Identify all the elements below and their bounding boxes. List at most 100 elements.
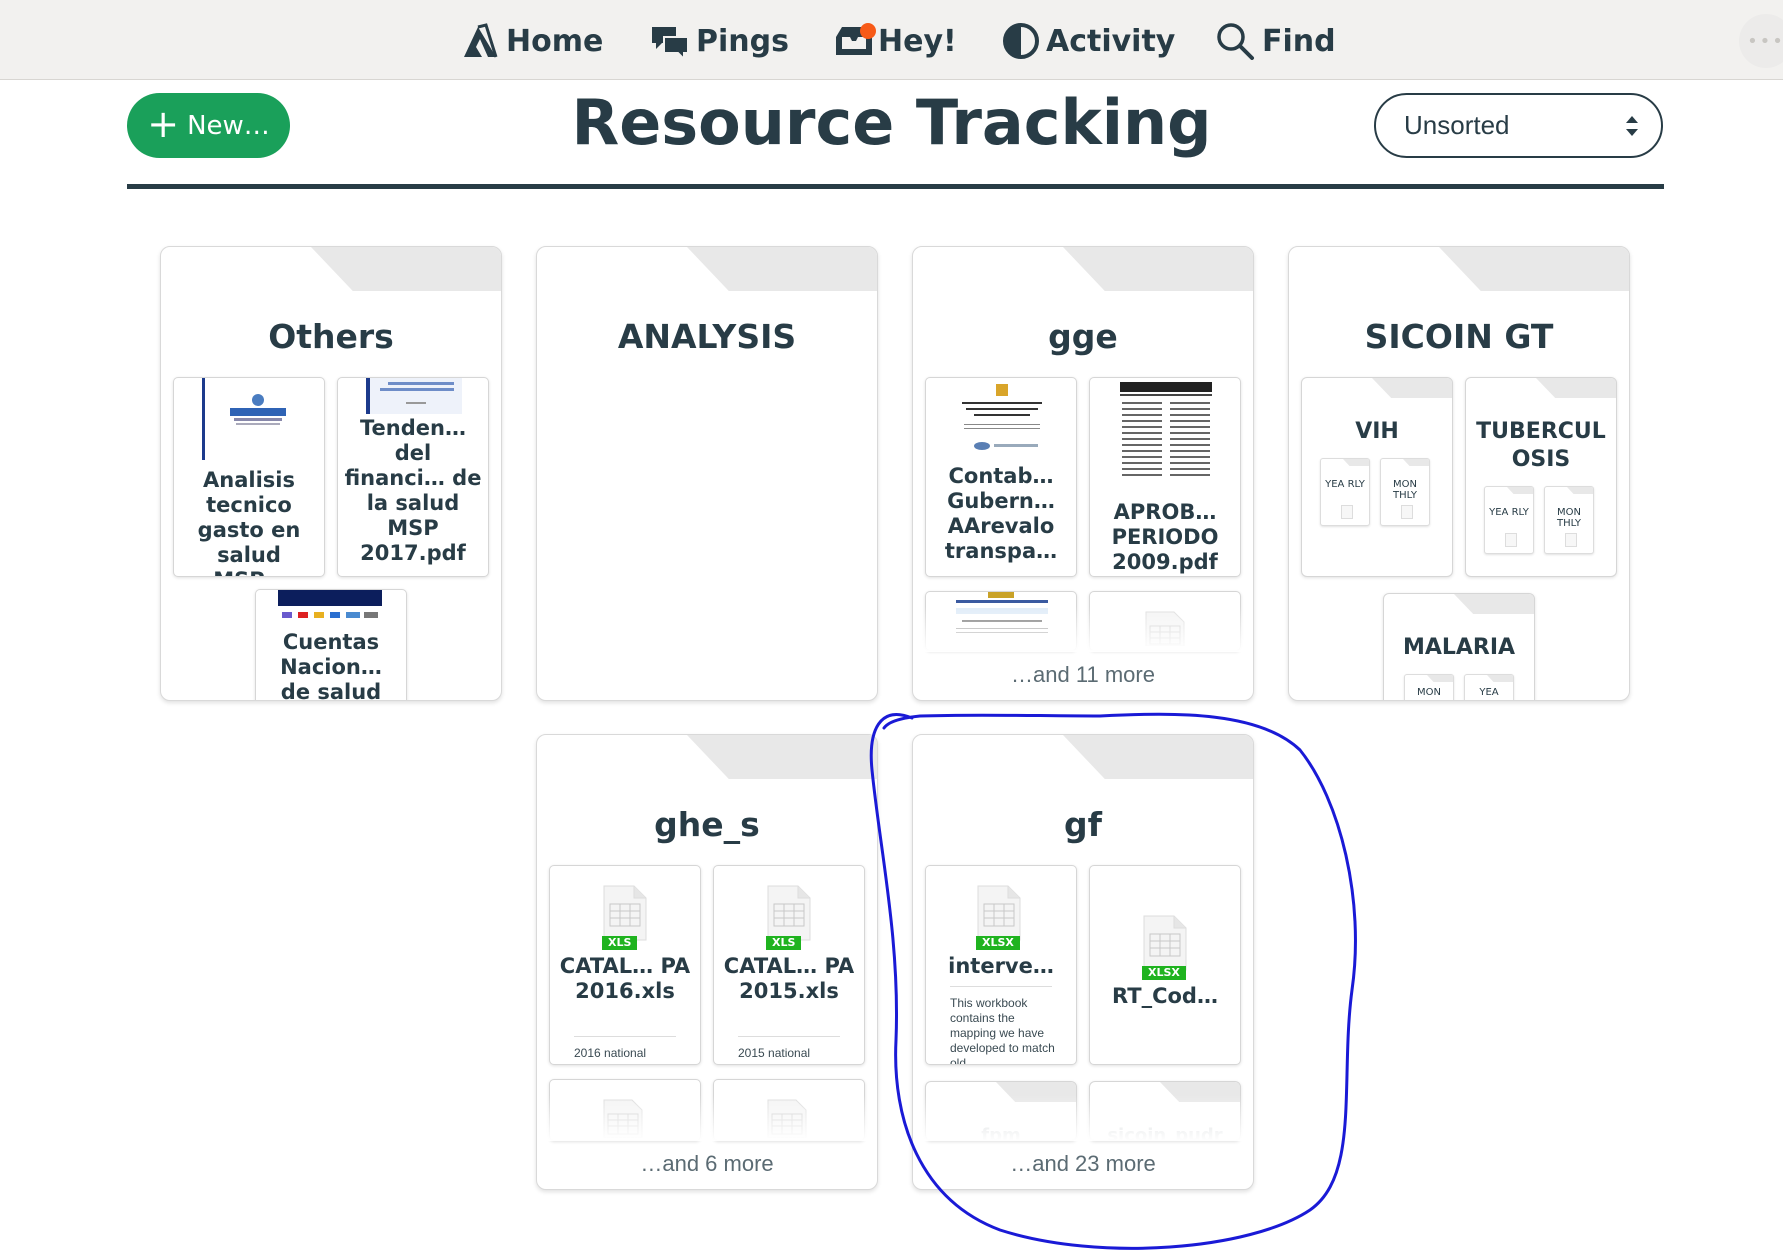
mini-folder-label: MON THLY <box>1393 479 1417 501</box>
spreadsheet-icon <box>767 885 811 941</box>
mini-folder: YEA RLY <box>1484 486 1534 554</box>
nav-pings[interactable]: Pings <box>650 18 789 64</box>
doc-thumbnail <box>1116 378 1216 490</box>
more-items-label[interactable]: …and 6 more <box>537 1151 877 1177</box>
nav-pings-label: Pings <box>696 23 789 59</box>
sort-arrows-icon <box>1626 116 1638 136</box>
doc-card[interactable]: APROB… PERIODO 2009.pdf <box>1089 377 1241 577</box>
subfolder-title: MALARIA <box>1402 635 1516 660</box>
mini-doc-icon <box>1505 533 1517 547</box>
fade-overlay <box>913 606 1253 652</box>
file-card[interactable]: XLSX RT_Cod… <box>1089 865 1241 1065</box>
subfolder-vih[interactable]: VIH YEA RLY MON THLY <box>1301 377 1453 577</box>
notification-dot <box>860 23 876 39</box>
spreadsheet-file-icon: XLS <box>602 884 650 950</box>
doc-thumbnail <box>278 590 382 622</box>
nav-hey[interactable]: Hey! <box>834 18 957 64</box>
folder-analysis[interactable]: ANALYSIS <box>536 246 878 701</box>
more-items-label[interactable]: …and 23 more <box>913 1151 1253 1177</box>
folder-title: gf <box>1064 805 1102 844</box>
nav-find-label: Find <box>1262 23 1336 59</box>
spreadsheet-file-icon: XLS <box>766 884 814 950</box>
doc-card[interactable]: Cuentas Nacion… de salud <box>255 589 407 701</box>
nav-find[interactable]: Find <box>1216 18 1336 64</box>
trend-doc-icon <box>366 378 462 414</box>
hey-icon-wrap <box>834 23 876 59</box>
nav-activity-label: Activity <box>1046 23 1176 59</box>
contabilidad-doc-icon <box>962 384 1042 450</box>
file-type-badge: XLSX <box>1142 966 1186 980</box>
subfolder-tab <box>1372 378 1452 398</box>
mini-folder-label: MON THLY <box>1557 507 1581 529</box>
file-card-title: RT_Cod… <box>1112 984 1218 1008</box>
doc-card[interactable]: Tenden… del financi… de la salud MSP 201… <box>337 377 489 577</box>
sort-select[interactable]: Unsorted <box>1374 93 1663 158</box>
file-card-description: 2015 national <box>738 1046 811 1060</box>
folder-body: SICOIN GT VIH YEA RLY MON THLY TUBERCUL … <box>1288 246 1630 701</box>
mini-doc-icon <box>1401 505 1413 519</box>
folder-body: ghe_s XLS CATAL… PA 2016.xls 2016 nation… <box>536 734 878 1190</box>
nav-items: Home Pings Hey! Activity Find <box>0 0 1783 80</box>
mini-folder-tab <box>1487 675 1513 682</box>
diario-doc-icon <box>1120 382 1212 476</box>
folder-body: gf XLSX interve… This workbook contains … <box>912 734 1254 1190</box>
spreadsheet-icon <box>603 885 647 941</box>
folder-tab <box>1063 247 1253 291</box>
doc-card-title: Contab… Gubern… AArevalo transpa… <box>944 464 1058 563</box>
file-card[interactable]: XLSX interve… This workbook contains the… <box>925 865 1077 1065</box>
doc-card-title: Tenden… del financi… de la salud MSP 201… <box>344 416 482 565</box>
folder-body: Others Analisis tecnico gasto en salud M… <box>160 246 502 701</box>
doc-thumbnail <box>366 378 462 414</box>
folder-tab <box>1063 735 1253 779</box>
doc-card[interactable]: Analisis tecnico gasto en salud MSP... <box>173 377 325 577</box>
mini-folder-label: MON <box>1417 687 1441 698</box>
guatemala-doc-icon <box>202 378 298 460</box>
doc-card[interactable]: Contab… Gubern… AArevalo transpa… <box>925 377 1077 577</box>
doc-card-title: Cuentas Nacion… de salud <box>280 630 382 701</box>
spreadsheet-icon <box>1143 915 1187 971</box>
subfolder-malaria[interactable]: MALARIA MON YEA <box>1383 593 1535 700</box>
cuentas-doc-icon <box>278 590 382 618</box>
doc-card-title: Analisis tecnico gasto en salud MSP... <box>197 468 301 576</box>
file-type-badge: XLS <box>602 936 638 950</box>
subfolder-title: VIH <box>1355 419 1399 444</box>
folder-body: ANALYSIS <box>536 246 878 701</box>
nav-home-label: Home <box>506 23 604 59</box>
more-items-label[interactable]: …and 11 more <box>913 662 1253 688</box>
card-divider <box>738 1036 840 1037</box>
subfolder-title: TUBERCUL OSIS <box>1476 419 1606 472</box>
folder-gge[interactable]: gge Contab… Gubern… AArevalo transpa… AP… <box>912 246 1254 701</box>
folder-body: gge Contab… Gubern… AArevalo transpa… AP… <box>912 246 1254 701</box>
mini-folder: YEA RLY <box>1320 458 1370 526</box>
file-card[interactable]: XLS CATAL… PA 2015.xls 2015 national <box>713 865 865 1065</box>
mini-folder-label: YEA RLY <box>1489 507 1529 518</box>
folder-gf[interactable]: gf XLSX interve… This workbook contains … <box>912 734 1254 1190</box>
subfolder-tab <box>1536 378 1616 398</box>
file-card-description: This workbook contains the mapping we ha… <box>950 996 1055 1065</box>
card-divider <box>950 986 1052 987</box>
subfolder-tuberculosis[interactable]: TUBERCUL OSIS YEA RLY MON THLY <box>1465 377 1617 577</box>
file-card-title: CATAL… PA 2016.xls <box>559 954 691 1003</box>
pings-icon <box>652 27 689 59</box>
file-card-description: 2016 national <box>574 1046 647 1060</box>
nav-home[interactable]: Home <box>460 18 603 64</box>
fade-overlay <box>537 1095 877 1141</box>
mini-folder-tab <box>1567 487 1593 494</box>
title-rule <box>127 184 1664 189</box>
subfolder-tab <box>1454 594 1534 614</box>
mini-folder-tab <box>1343 459 1369 466</box>
folder-title: ghe_s <box>654 805 760 844</box>
search-icon <box>1217 23 1254 60</box>
nav-activity[interactable]: Activity <box>1002 18 1175 64</box>
folder-tab <box>687 735 877 779</box>
folder-title: gge <box>1048 317 1118 356</box>
mini-doc-icon <box>1341 505 1353 519</box>
folder-sicoin-gt[interactable]: SICOIN GT VIH YEA RLY MON THLY TUBERCUL … <box>1288 246 1630 701</box>
folder-ghe-s[interactable]: ghe_s XLS CATAL… PA 2016.xls 2016 nation… <box>536 734 878 1190</box>
folder-title: ANALYSIS <box>617 317 797 356</box>
file-type-badge: XLSX <box>976 936 1020 950</box>
folder-others[interactable]: Others Analisis tecnico gasto en salud M… <box>160 246 502 701</box>
file-card[interactable]: XLS CATAL… PA 2016.xls 2016 national <box>549 865 701 1065</box>
mini-folder-tab <box>1507 487 1533 494</box>
folder-title: Others <box>268 317 394 356</box>
